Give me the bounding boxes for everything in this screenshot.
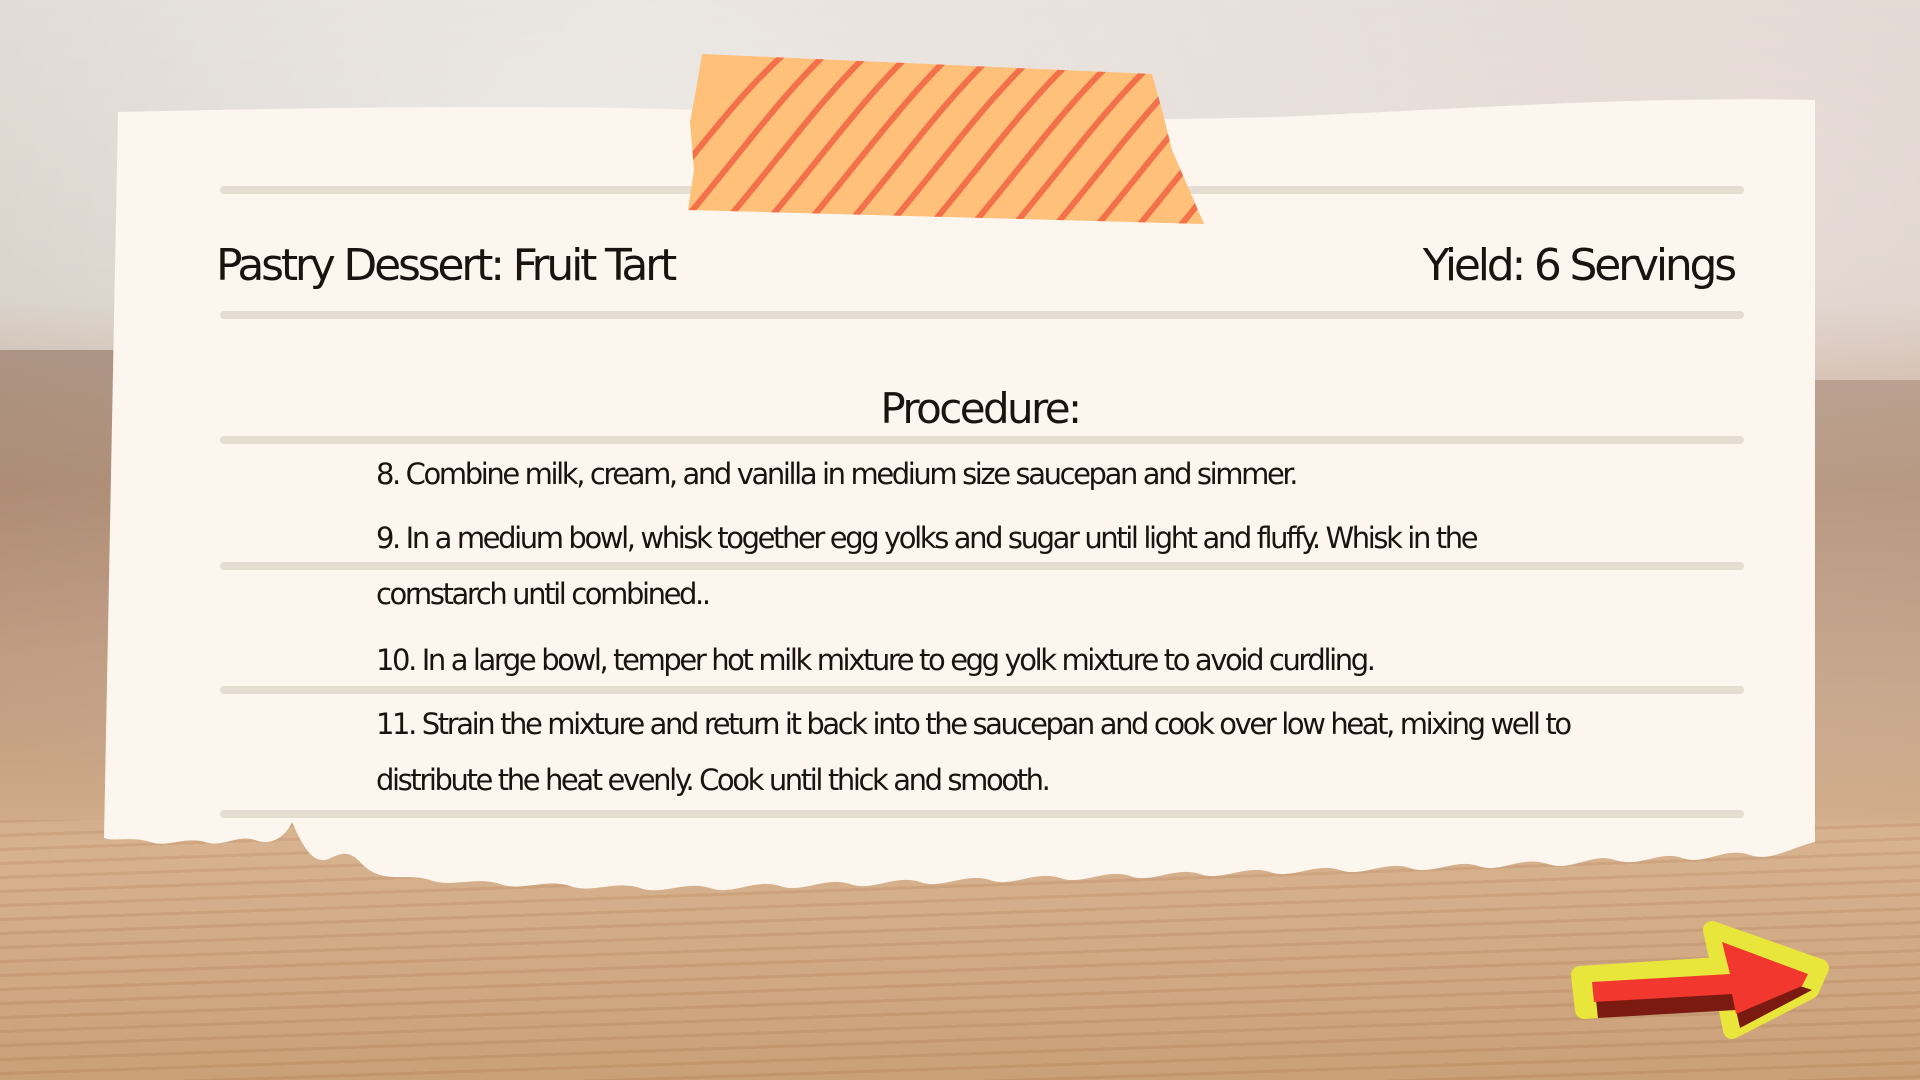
recipe-yield: Yield: 6 Servings [1422,240,1737,291]
procedure-step: 10. In a large bowl, temper hot milk mix… [376,643,1376,677]
arrow-right-icon [1571,921,1829,1039]
procedure-step: 11. Strain the mixture and return it bac… [376,707,1572,797]
procedure-step: 9. In a medium bowl, whisk together egg … [376,521,1479,611]
next-page-button[interactable] [1570,910,1830,1060]
recipe-title: Pastry Dessert: Fruit Tart [216,240,677,291]
procedure-heading: Procedure: [880,384,1082,433]
procedure-step: 8. Combine milk, cream, and vanilla in m… [376,457,1299,491]
